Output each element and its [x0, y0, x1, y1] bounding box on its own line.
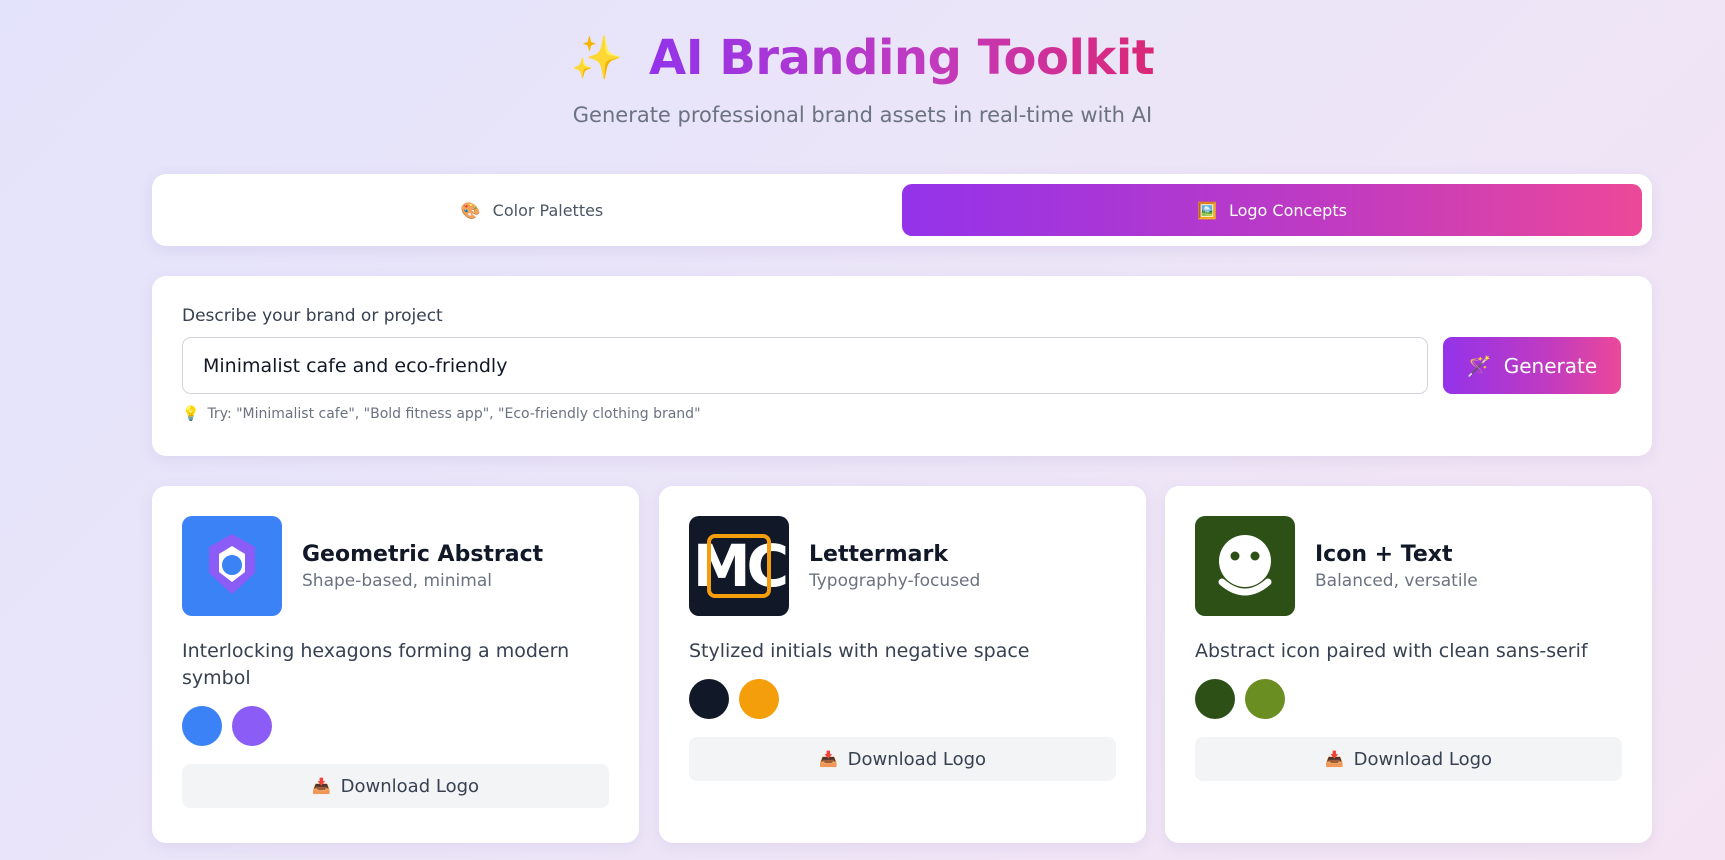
tab-logo-concepts[interactable]: 🖼️ Logo Concepts: [902, 184, 1642, 236]
download-label: Download Logo: [1353, 748, 1493, 770]
card-description: Interlocking hexagons forming a modern s…: [182, 640, 570, 689]
download-logo-button[interactable]: 📥 Download Logo: [182, 764, 609, 808]
hint-text: Try: "Minimalist cafe", "Bold fitness ap…: [207, 406, 701, 422]
color-swatch: [1245, 679, 1285, 719]
title-row: ✨ AI Branding Toolkit: [0, 28, 1725, 88]
card-description: Stylized initials with negative space: [689, 640, 1030, 662]
color-swatch: [689, 679, 729, 719]
brand-input-card: Describe your brand or project 🪄 Generat…: [152, 276, 1652, 456]
palette-icon: 🎨: [460, 200, 481, 220]
card-header: Geometric Abstract Shape-based, minimal: [182, 516, 609, 616]
card-subtitle: Balanced, versatile: [1315, 570, 1478, 591]
picture-icon: 🖼️: [1197, 200, 1217, 220]
inbox-tray-icon: 📥: [1324, 750, 1344, 768]
icon-text-logo-preview: [1195, 516, 1295, 616]
color-swatches: [689, 679, 1116, 719]
tab-label: Logo Concepts: [1228, 200, 1347, 220]
geometric-logo-preview: [182, 516, 282, 616]
logo-card-geometric-abstract: Geometric Abstract Shape-based, minimal …: [152, 486, 639, 843]
card-description: Abstract icon paired with clean sans-ser…: [1195, 640, 1588, 662]
hexagon-icon: [209, 534, 255, 594]
card-heading: Icon + Text Balanced, versatile: [1315, 542, 1478, 591]
card-title: Icon + Text: [1315, 541, 1453, 567]
card-header: MC Lettermark Typography-focused: [689, 516, 1116, 616]
brand-description-input[interactable]: [182, 337, 1428, 394]
input-row: 🪄 Generate: [182, 337, 1622, 394]
color-swatches: [182, 706, 609, 746]
card-heading: Geometric Abstract Shape-based, minimal: [302, 542, 543, 591]
sparkles-icon: ✨: [570, 33, 624, 82]
page-subtitle: Generate professional brand assets in re…: [572, 103, 1153, 127]
download-logo-button[interactable]: 📥 Download Logo: [1195, 737, 1622, 781]
card-header: Icon + Text Balanced, versatile: [1195, 516, 1622, 616]
brand-input-label: Describe your brand or project: [182, 306, 443, 326]
download-label: Download Logo: [847, 748, 987, 770]
color-swatches: [1195, 679, 1622, 719]
logo-card-lettermark: MC Lettermark Typography-focused Stylize…: [659, 486, 1146, 843]
inbox-tray-icon: 📥: [311, 777, 331, 795]
lightbulb-icon: 💡: [182, 406, 200, 422]
page-title: AI Branding Toolkit: [649, 30, 1155, 86]
download-label: Download Logo: [340, 775, 480, 797]
smiley-icon: [1218, 535, 1272, 596]
card-subtitle: Typography-focused: [809, 570, 981, 591]
card-heading: Lettermark Typography-focused: [809, 542, 980, 591]
color-swatch: [1195, 679, 1235, 719]
lettermark-frame: [707, 534, 771, 598]
generate-label: Generate: [1503, 353, 1598, 378]
color-swatch: [739, 679, 779, 719]
inbox-tray-icon: 📥: [818, 750, 838, 768]
page-header: ✨ AI Branding Toolkit Generate professio…: [0, 28, 1725, 127]
input-hint: 💡 Try: "Minimalist cafe", "Bold fitness …: [182, 406, 1622, 422]
lettermark-logo-preview: MC: [689, 516, 789, 616]
tab-color-palettes[interactable]: 🎨 Color Palettes: [162, 184, 902, 236]
mode-tabs: 🎨 Color Palettes 🖼️ Logo Concepts: [152, 174, 1652, 246]
color-swatch: [182, 706, 222, 746]
logo-card-icon-text: Icon + Text Balanced, versatile Abstract…: [1165, 486, 1652, 843]
tab-label: Color Palettes: [492, 200, 604, 220]
card-subtitle: Shape-based, minimal: [302, 570, 492, 591]
download-logo-button[interactable]: 📥 Download Logo: [689, 737, 1116, 781]
magic-wand-icon: 🪄: [1466, 353, 1492, 378]
card-title: Geometric Abstract: [302, 541, 544, 567]
color-swatch: [232, 706, 272, 746]
generate-button[interactable]: 🪄 Generate: [1443, 337, 1621, 394]
card-title: Lettermark: [809, 541, 948, 567]
